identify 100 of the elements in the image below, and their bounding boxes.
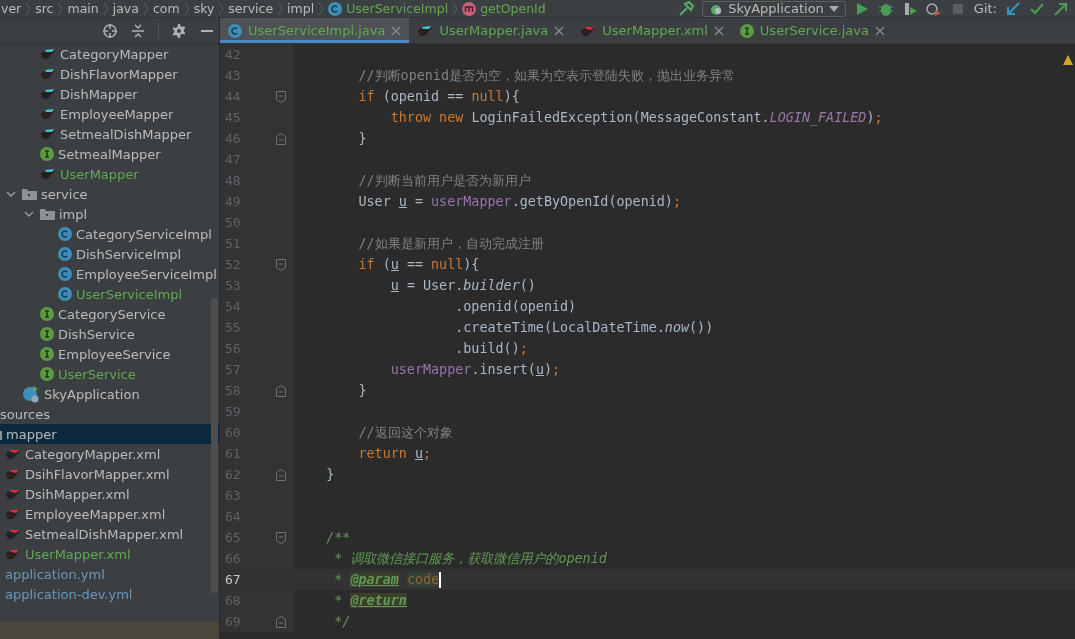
code-text: .getByOpenId(openid) — [511, 194, 673, 209]
chevron-right-icon — [183, 2, 190, 15]
keyword: ; — [423, 446, 432, 461]
settings-icon[interactable] — [171, 22, 187, 39]
tree-item[interactable]: DsihFlavorMapper.xml — [25, 466, 170, 482]
selected-tree-row[interactable]: mapper — [0, 424, 219, 444]
profiler-icon[interactable] — [925, 0, 942, 17]
field-name: userMapper — [390, 362, 472, 377]
tree-item[interactable]: EmployeeMapper — [60, 106, 174, 122]
tree-item[interactable]: application.yml — [5, 566, 105, 582]
code-text: ( — [382, 257, 391, 272]
breadcrumb-item[interactable]: main — [67, 1, 99, 16]
close-icon[interactable] — [874, 25, 885, 36]
breadcrumb-item[interactable]: src — [35, 1, 54, 16]
code-comment: //如果是新用户，自动完成注册 — [358, 234, 544, 253]
tree-item[interactable]: mapper — [6, 426, 57, 442]
code-text: = User. — [406, 278, 464, 293]
breadcrumb-item[interactable]: sky — [193, 1, 215, 16]
close-icon[interactable] — [713, 25, 724, 36]
warning-icon[interactable] — [1063, 55, 1073, 65]
tree-item[interactable]: EmployeeMapper.xml — [25, 506, 166, 522]
code-comment: //判断openid是否为空，如果为空表示登陆失败，抛出业务异常 — [358, 66, 735, 85]
tree-item[interactable]: sources — [0, 406, 50, 422]
method-icon — [462, 1, 477, 16]
field-name: userMapper — [431, 194, 512, 209]
fold-marker-icon[interactable] — [276, 615, 286, 628]
push-arrow-icon[interactable] — [1053, 0, 1069, 17]
close-icon[interactable] — [391, 25, 402, 36]
scrollbar-thumb[interactable] — [211, 298, 218, 593]
editor-tab[interactable]: UserMapper.java — [409, 18, 573, 43]
chevron-right-icon — [277, 2, 284, 15]
fold-marker-icon[interactable] — [276, 90, 286, 103]
tree-item[interactable]: impl — [59, 206, 88, 222]
fold-marker-icon[interactable] — [276, 384, 286, 397]
tree-item[interactable]: CategoryMapper — [60, 46, 169, 62]
editor-tab[interactable]: UserService.java — [731, 18, 893, 43]
close-icon[interactable] — [554, 25, 565, 36]
breadcrumb-item[interactable]: ver — [1, 1, 22, 16]
fold-marker-icon[interactable] — [276, 258, 286, 271]
bird-icon — [5, 447, 21, 461]
constant-name: LOGIN_FAILED — [769, 110, 867, 125]
breadcrumb-item[interactable]: UserServiceImpl — [346, 1, 449, 16]
tree-item[interactable]: SkyApplication — [44, 386, 140, 402]
tree-item[interactable]: EmployeeService — [58, 346, 171, 362]
code-text: .build() — [455, 341, 520, 356]
tree-item[interactable]: UserMapper.xml — [25, 546, 131, 562]
chevron-right-icon — [142, 2, 149, 15]
keyword: ; — [552, 362, 561, 377]
tree-item[interactable]: UserService — [58, 366, 136, 382]
bird-icon — [40, 127, 56, 141]
tree-item[interactable]: UserMapper — [60, 166, 139, 182]
bird-icon — [5, 487, 21, 501]
tree-item[interactable]: DishFlavorMapper — [60, 66, 178, 82]
tree-item[interactable]: UserServiceImpl — [76, 286, 183, 302]
run-configuration-dropdown[interactable]: SkyApplication — [702, 0, 846, 17]
tree-item[interactable]: EmployeeServiceImpl — [76, 266, 217, 282]
tree-item[interactable]: SetmealDishMapper.xml — [25, 526, 184, 542]
breadcrumb-item[interactable]: getOpenId — [480, 1, 546, 16]
chevron-right-icon — [102, 2, 109, 15]
tree-item[interactable]: service — [41, 186, 88, 202]
tree-item[interactable]: SetmealMapper — [58, 146, 161, 162]
breadcrumb-item[interactable]: service — [228, 1, 274, 16]
code-text: = — [414, 194, 423, 209]
chevron-down-icon[interactable] — [6, 189, 16, 199]
breadcrumb-item[interactable]: java — [112, 1, 139, 16]
tree-item[interactable]: DishService — [58, 326, 135, 342]
tree-item[interactable]: DishMapper — [60, 86, 138, 102]
chevron-right-icon — [452, 2, 459, 15]
collapse-icon[interactable] — [130, 22, 146, 39]
bird-icon — [40, 107, 56, 121]
update-arrow-icon[interactable] — [1005, 0, 1021, 17]
interface-icon — [40, 347, 54, 361]
class-icon — [58, 287, 72, 301]
variable-name: u — [398, 194, 407, 209]
code-text: () — [519, 278, 536, 293]
interface-icon — [40, 367, 54, 381]
tree-item[interactable]: SetmealDishMapper — [60, 126, 192, 142]
bird-icon — [5, 507, 21, 521]
tree-item[interactable]: CategoryMapper.xml — [25, 446, 161, 462]
tree-item[interactable]: CategoryService — [58, 306, 166, 322]
crosshair-icon[interactable] — [102, 22, 118, 39]
code-comment: //返回这个对象 — [358, 423, 453, 442]
tree-item[interactable]: DsihMapper.xml — [25, 486, 130, 502]
tree-item[interactable]: application-dev.yml — [5, 586, 133, 602]
code-text: .createTime(LocalDateTime. — [455, 320, 665, 335]
breadcrumb-item[interactable]: com — [152, 1, 180, 16]
doc-comment: /** — [326, 530, 351, 545]
tree-item[interactable]: DishServiceImpl — [76, 246, 182, 262]
interface-icon — [40, 307, 54, 321]
variable-name: u — [390, 278, 399, 293]
code-text: } — [358, 131, 367, 146]
fold-marker-icon[interactable] — [276, 531, 286, 544]
fold-marker-icon[interactable] — [276, 132, 286, 145]
editor-tab[interactable]: UserMapper.xml — [572, 18, 732, 43]
breadcrumb-item[interactable]: impl — [287, 1, 315, 16]
chevron-down-icon[interactable] — [24, 209, 34, 219]
doc-comment: * 调取微信接口服务，获取微信用户的openid — [334, 549, 607, 568]
fold-marker-icon[interactable] — [276, 468, 286, 481]
tree-item[interactable]: CategoryServiceImpl — [76, 226, 212, 242]
hammer-icon[interactable] — [678, 0, 695, 17]
